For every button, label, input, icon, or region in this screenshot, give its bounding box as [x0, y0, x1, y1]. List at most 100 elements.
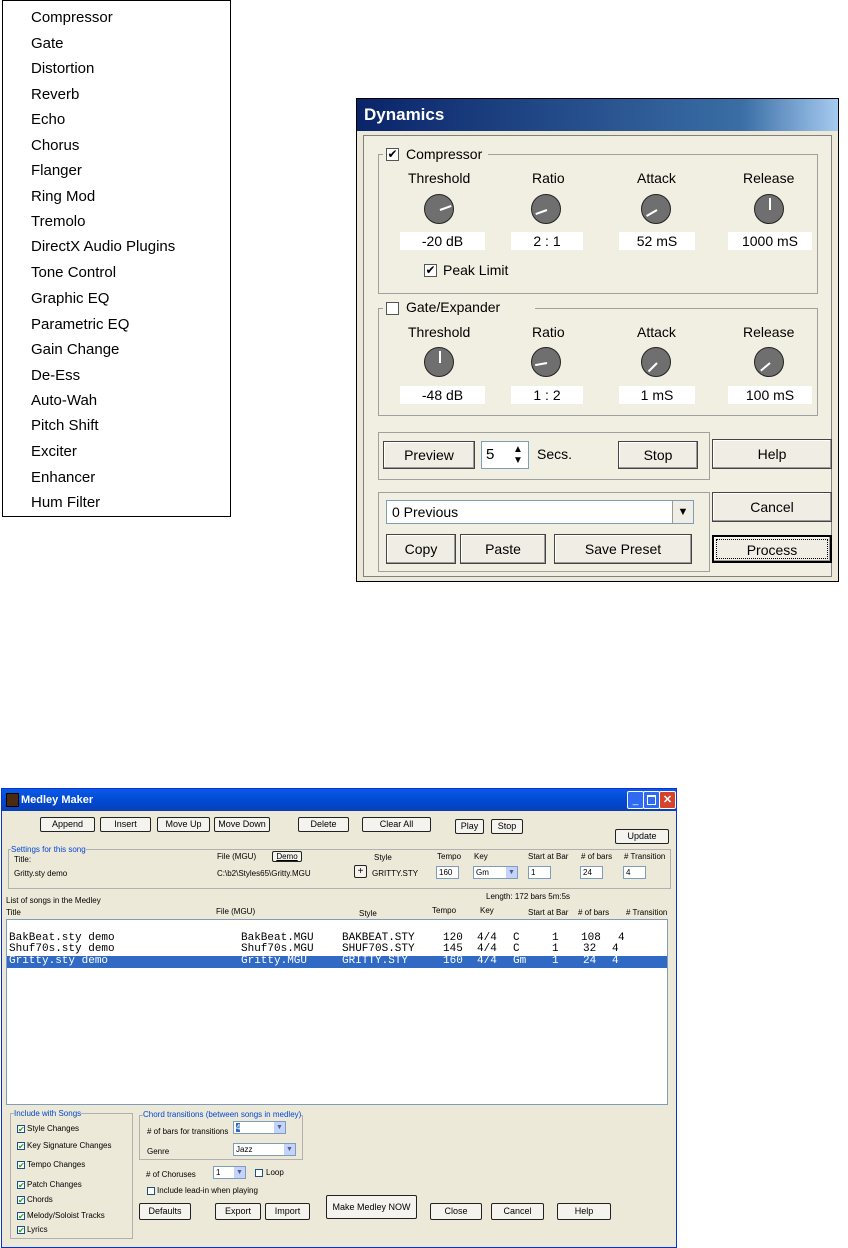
menu-item-chorus[interactable]: Chorus [31, 137, 79, 155]
song-list[interactable]: BakBeat.sty demo BakBeat.MGU BAKBEAT.STY… [6, 919, 668, 1105]
menu-item-hum-filter[interactable]: Hum Filter [31, 494, 100, 512]
update-button[interactable]: Update [615, 829, 669, 844]
ratio-knob[interactable] [531, 194, 561, 224]
menu-item-graphic-eq[interactable]: Graphic EQ [31, 290, 109, 308]
minimize-icon[interactable]: _ [627, 791, 644, 809]
style-changes-checkbox[interactable]: ✔ [17, 1125, 25, 1134]
append-button[interactable]: Append [40, 817, 95, 832]
process-button[interactable]: Process [712, 535, 832, 563]
menu-item-gain-change[interactable]: Gain Change [31, 341, 119, 359]
delete-button[interactable]: Delete [298, 817, 349, 832]
menu-item-tremolo[interactable]: Tremolo [31, 213, 85, 231]
key-changes-checkbox[interactable]: ✔ [17, 1142, 25, 1151]
gate-checkbox[interactable] [386, 302, 399, 315]
menu-item-pitch-shift[interactable]: Pitch Shift [31, 417, 99, 435]
genre-select[interactable]: Jazz ▼ [233, 1143, 296, 1156]
lyrics-checkbox[interactable]: ✔ [17, 1226, 25, 1235]
menu-item-directx-plugins[interactable]: DirectX Audio Plugins [31, 238, 175, 256]
play-button[interactable]: Play [455, 819, 484, 834]
menu-item-flanger[interactable]: Flanger [31, 162, 82, 180]
style-value[interactable]: GRITTY.STY [372, 869, 418, 878]
chevron-down-icon[interactable]: ▼ [284, 1144, 295, 1155]
menu-item-reverb[interactable]: Reverb [31, 86, 79, 104]
gate-threshold-knob[interactable] [424, 347, 454, 377]
loop-checkbox[interactable] [255, 1169, 263, 1177]
threshold-knob[interactable] [424, 194, 454, 224]
chevron-down-icon[interactable]: ▼ [234, 1167, 245, 1178]
choruses-select[interactable]: 1 ▼ [213, 1166, 246, 1179]
move-down-button[interactable]: Move Down [214, 817, 270, 832]
menu-item-auto-wah[interactable]: Auto-Wah [31, 392, 97, 410]
melody-checkbox[interactable]: ✔ [17, 1212, 25, 1221]
save-preset-button[interactable]: Save Preset [554, 534, 692, 564]
stop-button-medley[interactable]: Stop [491, 819, 523, 834]
menu-item-de-ess[interactable]: De-Ess [31, 367, 80, 385]
file-value[interactable]: C:\b2\Styles65\Gritty.MGU [217, 869, 311, 878]
cancel-button[interactable]: Cancel [712, 492, 832, 522]
chords-checkbox[interactable]: ✔ [17, 1196, 25, 1205]
song-title-label: Title: [14, 855, 32, 864]
stop-button[interactable]: Stop [618, 441, 698, 469]
patch-changes-checkbox[interactable]: ✔ [17, 1181, 25, 1190]
dialog-title: Dynamics [357, 99, 838, 131]
row-key: 4/4 [477, 943, 497, 955]
transition-field[interactable]: 4 [623, 866, 646, 879]
spin-down-icon[interactable]: ▼ [513, 455, 523, 466]
defaults-button[interactable]: Defaults [139, 1203, 191, 1220]
export-button[interactable]: Export [215, 1203, 261, 1220]
copy-button[interactable]: Copy [386, 534, 456, 564]
key-select[interactable]: Gm ▼ [473, 866, 518, 879]
menu-item-exciter[interactable]: Exciter [31, 443, 77, 461]
make-medley-button[interactable]: Make Medley NOW [326, 1195, 417, 1219]
tempo-changes-checkbox[interactable]: ✔ [17, 1161, 25, 1170]
col-file: File (MGU) [216, 907, 256, 916]
col-title: Title [6, 908, 21, 917]
menu-item-tone-control[interactable]: Tone Control [31, 264, 116, 282]
cancel-button-medley[interactable]: Cancel [491, 1203, 544, 1220]
menu-item-ring-mod[interactable]: Ring Mod [31, 188, 95, 206]
chevron-down-icon[interactable]: ▼ [274, 1122, 285, 1133]
preview-button[interactable]: Preview [383, 441, 475, 469]
release-knob[interactable] [754, 194, 784, 224]
dropdown-arrow-icon[interactable]: ▼ [672, 501, 693, 523]
start-bar-field[interactable]: 1 [528, 866, 551, 879]
demo-button[interactable]: Demo [272, 851, 302, 862]
attack-knob[interactable] [641, 194, 671, 224]
table-row[interactable]: Shuf70s.sty demo Shuf70s.MGU SHUF70S.STY… [7, 944, 667, 955]
compressor-checkbox[interactable]: ✔ [386, 148, 399, 161]
table-row-selected[interactable]: Gritty.sty demo Gritty.MGU GRITTY.STY 16… [7, 956, 667, 968]
close-icon[interactable]: ✕ [659, 791, 676, 809]
style-plus-button[interactable]: + [354, 865, 367, 878]
paste-button[interactable]: Paste [460, 534, 546, 564]
insert-button[interactable]: Insert [100, 817, 151, 832]
style-changes-label: Style Changes [27, 1124, 80, 1133]
gate-release-value: 100 mS [728, 386, 812, 404]
spin-up-icon[interactable]: ▲ [513, 444, 523, 455]
import-button[interactable]: Import [265, 1203, 310, 1220]
transition-bars-select[interactable]: 4 ▼ [233, 1121, 286, 1134]
bars-field[interactable]: 24 [580, 866, 603, 879]
gate-attack-knob[interactable] [641, 347, 671, 377]
tempo-field[interactable]: 160 [436, 866, 459, 879]
maximize-icon[interactable] [643, 791, 660, 809]
menu-item-compressor[interactable]: Compressor [31, 9, 113, 27]
menu-item-gate[interactable]: Gate [31, 35, 64, 53]
menu-item-parametric-eq[interactable]: Parametric EQ [31, 316, 129, 334]
secs-spinner[interactable]: 5 ▲ ▼ [481, 441, 529, 469]
help-button[interactable]: Help [712, 439, 832, 469]
move-up-button[interactable]: Move Up [157, 817, 210, 832]
clear-all-button[interactable]: Clear All [362, 817, 431, 832]
peak-limit-checkbox[interactable]: ✔ [424, 264, 437, 277]
close-button[interactable]: Close [430, 1203, 482, 1220]
preset-combo[interactable]: 0 Previous ▼ [386, 500, 694, 524]
song-title-value[interactable]: Gritty.sty demo [14, 869, 67, 878]
menu-item-echo[interactable]: Echo [31, 111, 65, 129]
chevron-down-icon[interactable]: ▼ [506, 867, 517, 878]
menu-item-distortion[interactable]: Distortion [31, 60, 94, 78]
help-button-medley[interactable]: Help [557, 1203, 611, 1220]
menu-item-enhancer[interactable]: Enhancer [31, 469, 95, 487]
transition-bars-label: # of bars for transitions [147, 1127, 229, 1136]
gate-ratio-knob[interactable] [531, 347, 561, 377]
leadin-checkbox[interactable] [147, 1187, 155, 1195]
gate-release-knob[interactable] [754, 347, 784, 377]
